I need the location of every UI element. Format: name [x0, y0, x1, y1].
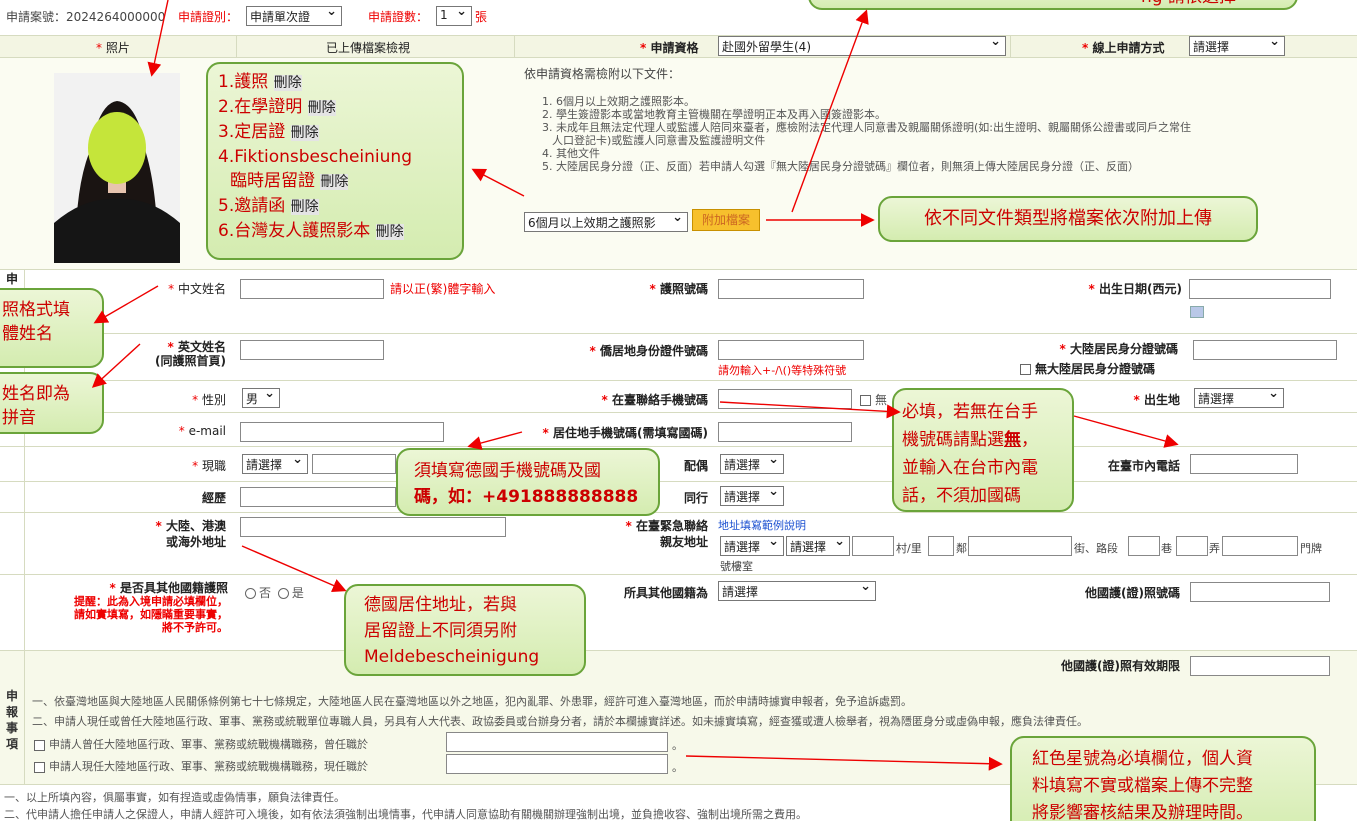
arrow-photo — [147, 0, 169, 77]
arrow-en-name — [91, 343, 141, 388]
arrow-uploads — [471, 168, 525, 197]
arrow-required — [685, 755, 1003, 771]
annotation-arrows — [91, 0, 1179, 771]
arrow-address — [241, 545, 347, 592]
arrow-mobile-de — [467, 431, 523, 450]
arrow-tw-phone — [1073, 415, 1179, 448]
arrow-cn-name — [93, 285, 159, 324]
arrow-top — [791, 9, 869, 213]
arrow-tw-mobile — [719, 401, 901, 419]
